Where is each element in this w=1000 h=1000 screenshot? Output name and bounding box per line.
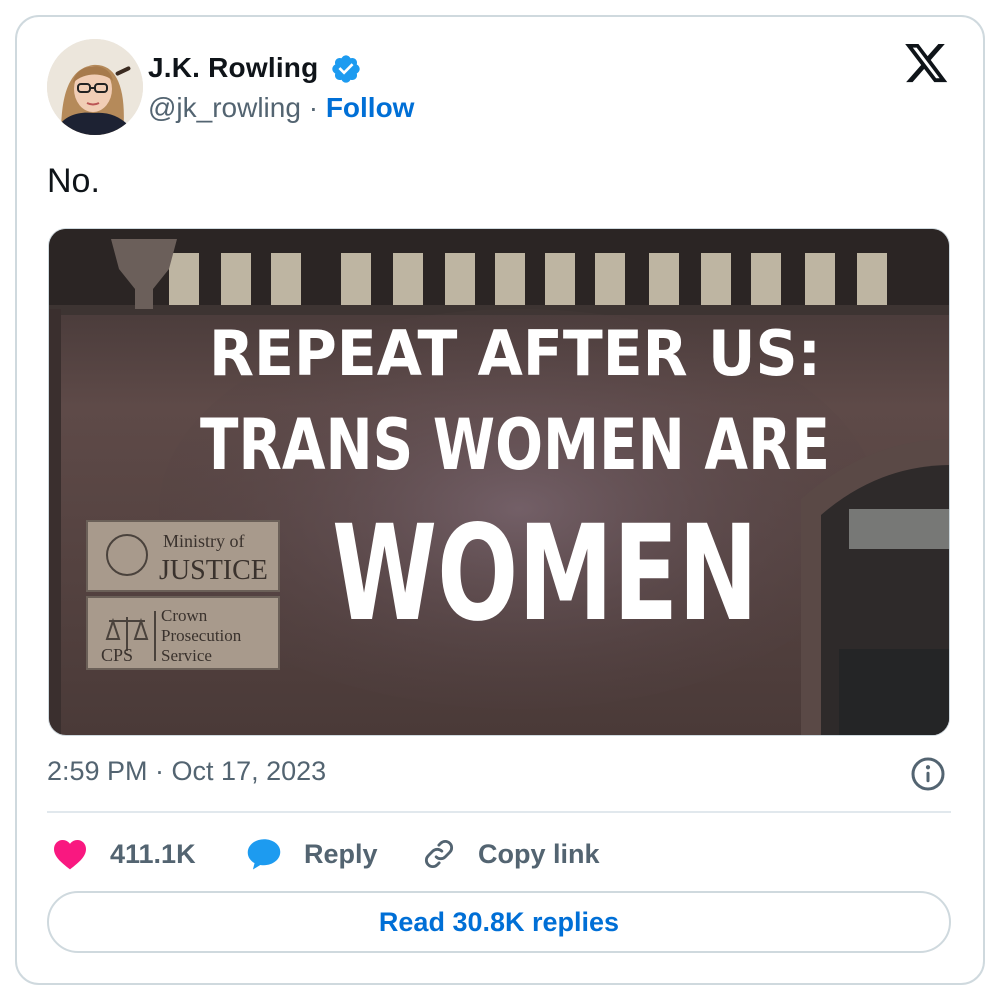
author-name[interactable]: J.K. Rowling xyxy=(148,52,318,84)
divider xyxy=(47,811,951,813)
read-replies-button[interactable]: Read 30.8K replies xyxy=(47,891,951,953)
follow-button[interactable]: Follow xyxy=(326,92,415,123)
reply-button[interactable]: Reply xyxy=(246,834,378,874)
sign-cps-text: CPS xyxy=(101,645,133,665)
verified-badge-icon xyxy=(332,55,360,83)
speech-bubble-icon xyxy=(247,839,281,870)
reply-label: Reply xyxy=(304,838,378,869)
info-icon[interactable] xyxy=(910,756,946,792)
author-handle[interactable]: @jk_rowling xyxy=(148,92,301,123)
link-icon xyxy=(425,840,453,868)
sign-crown-text: Crown xyxy=(161,606,208,625)
sign-service-text: Service xyxy=(161,646,212,665)
avatar[interactable] xyxy=(47,39,143,135)
copy-link-label: Copy link xyxy=(478,838,600,869)
tweet-photo[interactable]: Ministry of JUSTICE Crown Prosecution Se… xyxy=(48,228,950,736)
handle-row: @jk_rowling · Follow xyxy=(148,92,414,124)
like-count: 411.1K xyxy=(110,838,196,869)
copy-link-button[interactable]: Copy link xyxy=(422,834,600,874)
projection-line-1: REPEAT AFTER US: xyxy=(209,317,821,390)
projection-line-2: TRANS WOMEN ARE xyxy=(200,404,830,486)
sign-justice-text: JUSTICE xyxy=(159,555,268,586)
like-button[interactable]: 411.1K xyxy=(52,834,196,874)
tweet-text: No. xyxy=(47,162,100,200)
sign-ministry-text: Ministry of xyxy=(163,531,245,551)
projection-line-3: WOMEN xyxy=(332,497,758,651)
tweet-timestamp[interactable]: 2:59 PM · Oct 17, 2023 xyxy=(47,756,326,787)
x-logo-icon[interactable] xyxy=(905,44,949,84)
sign-prosecution-text: Prosecution xyxy=(161,626,242,645)
heart-icon xyxy=(54,840,86,870)
separator: · xyxy=(308,92,319,123)
